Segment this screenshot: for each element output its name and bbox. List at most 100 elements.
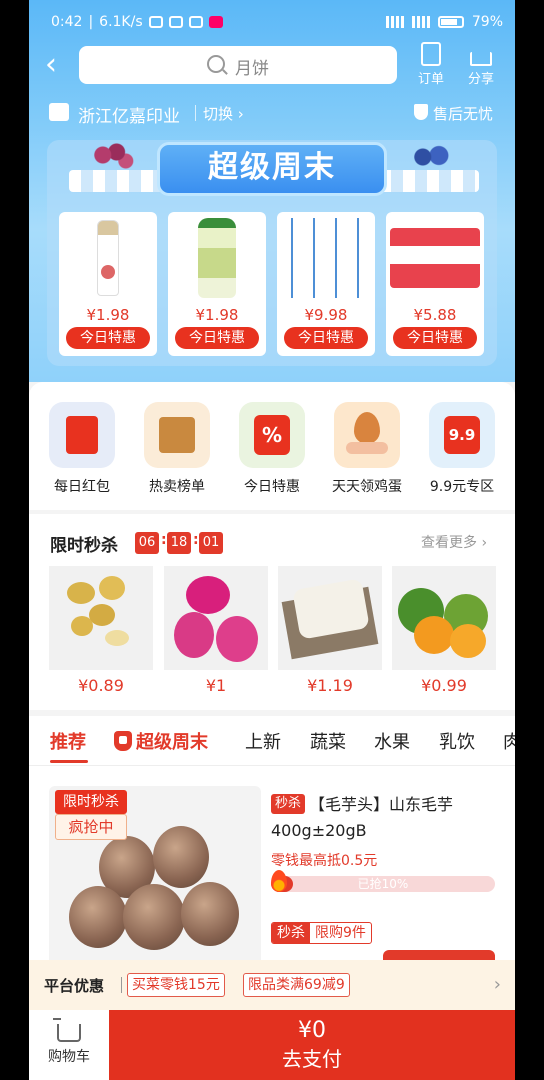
tab-indicator [50,760,88,763]
potato-image [49,566,153,670]
category-label: 天天领鸡蛋 [332,479,402,495]
percent-icon: % [239,402,305,468]
sec-kill-badge: 秒杀 [271,794,305,814]
back-arrow-icon[interactable]: ‹ [45,50,69,80]
shield-icon [414,104,428,120]
chevron-right-icon[interactable]: › [494,974,501,995]
share-button[interactable]: 分享 [461,42,501,87]
orders-button[interactable]: 订单 [411,42,451,87]
subsidy-text: 零钱最高抵0.5元 [271,853,378,869]
deal-card[interactable]: ¥9.98 今日特惠 [277,212,375,356]
search-placeholder: 月饼 [235,59,269,79]
product-card[interactable]: 限时秒杀 疯抢中 【毛芋头】山东毛芋400g±20gB 秒杀 零钱最高抵0.5元… [29,766,515,980]
deal-tag: 今日特惠 [66,327,150,349]
search-input[interactable]: 月饼 [79,46,397,84]
category-label: 9.9元专区 [429,479,495,495]
category-daily-egg[interactable]: 天天领鸡蛋 [322,402,412,496]
deal-card[interactable]: ¥1.98 今日特惠 [59,212,157,356]
deal-price: ¥9.98 [304,306,348,324]
category-label: 热卖榜单 [149,479,205,495]
signal-icon [385,16,404,28]
share-icon [470,52,492,66]
orders-icon [421,42,441,66]
search-icon [207,55,225,73]
view-more-link[interactable]: 查看更多 › [421,532,487,552]
deal-card[interactable]: ¥1.98 今日特惠 [168,212,266,356]
bag-icon [114,731,132,751]
awning-decoration [69,170,169,192]
category-today-deal[interactable]: % 今日特惠 [227,402,317,496]
flash-item[interactable]: ¥0.99 [392,566,496,695]
tab-new[interactable]: 上新 [245,728,281,754]
divider [121,977,122,993]
flash-price: ¥0.99 [421,676,467,695]
status-net-speed: 6.1K/s [99,14,143,30]
tab-meat[interactable]: 肉 [503,728,515,754]
pay-amount: ¥0 [298,1018,326,1043]
share-label: 分享 [467,72,494,87]
flash-sale-flag: 限时秒杀 [55,790,127,814]
tab-label: 超级周末 [136,732,208,753]
timer-hours: 06 [135,532,159,554]
deal-price: ¥1.98 [86,306,130,324]
wifi-icon [411,16,430,28]
product-image [59,212,157,302]
category-hot-ranking[interactable]: 热卖榜单 [132,402,222,496]
sale-progress-bar: 已抢10% [271,876,495,892]
deal-tag: 今日特惠 [175,327,259,349]
flash-sale-title: 限时秒杀 [50,536,118,556]
tab-fruit[interactable]: 水果 [374,728,410,754]
red-envelope-icon [49,402,115,468]
deal-tag: 今日特惠 [393,327,477,349]
tab-recommend[interactable]: 推荐 [50,728,86,754]
coupon-chip[interactable]: 限品类满69减9 [243,973,350,997]
status-bar: 0:42 | 6.1K/s 79% [51,14,503,30]
switch-store-button[interactable]: 切换 › [203,103,244,124]
battery-icon [437,16,464,28]
platform-discount-bar[interactable]: 平台优惠 买菜零钱15元 限品类满69减9 › [29,960,515,1010]
after-sales-label[interactable]: 售后无忧 [433,103,493,124]
blueberry-decoration [409,142,455,172]
timer-minutes: 18 [167,532,191,554]
tab-super-weekend[interactable]: 超级周末 [114,728,208,754]
flash-item[interactable]: ¥1 [164,566,268,695]
orders-label: 订单 [417,72,444,87]
category-label: 每日红包 [54,479,110,495]
coupon-chip[interactable]: 买菜零钱15元 [127,973,225,997]
product-image [386,212,484,302]
tab-vegetables[interactable]: 蔬菜 [310,728,346,754]
weekend-deals: ¥1.98 今日特惠 ¥1.98 今日特惠 ¥9.98 今日特惠 ¥5.88 今… [59,212,487,356]
top-bar: ‹ 月饼 订单 分享 [29,42,515,87]
deal-tag: 今日特惠 [284,327,368,349]
header-hero: 0:42 | 6.1K/s 79% ‹ 月饼 订单 分享 浙江亿嘉印业 切换 ›… [29,0,515,382]
super-weekend-title[interactable]: 超级周末 [157,142,387,196]
product-image [168,212,266,302]
app-notification-icon [208,16,223,28]
grapes-decoration [89,140,135,170]
store-icon [49,103,69,121]
mute-icon [168,16,183,28]
cart-button[interactable]: 购物车 [29,1010,109,1080]
deal-card[interactable]: ¥5.88 今日特惠 [386,212,484,356]
cart-label: 购物车 [48,1049,90,1065]
flash-item[interactable]: ¥1.19 [278,566,382,695]
purchase-tag: 秒杀 限购9件 [271,922,372,944]
flash-item[interactable]: ¥0.89 [49,566,153,695]
store-name: 浙江亿嘉印业 [78,107,180,127]
product-image [277,212,375,302]
tag-limit: 限购9件 [315,925,366,941]
tab-dairy-drinks[interactable]: 乳饮 [439,728,475,754]
fire-icon [271,870,287,892]
pay-button[interactable]: ¥0 去支付 [109,1010,515,1080]
flash-price: ¥1 [205,676,227,695]
category-label: 今日特惠 [244,479,300,495]
category-9-9-zone[interactable]: 9.9 9.9元专区 [417,402,507,496]
flash-price: ¥1.19 [307,676,353,695]
category-daily-red-envelope[interactable]: 每日红包 [37,402,127,496]
category-tabs: 推荐 超级周末 上新 蔬菜 水果 乳饮 肉 [29,716,515,766]
status-time: 0:42 [51,14,83,30]
bottom-bar: 购物车 ¥0 去支付 [29,1010,515,1080]
hot-sale-flag: 疯抢中 [55,814,127,840]
tag-sec-kill: 秒杀 [272,923,310,943]
deal-price: ¥5.88 [413,306,457,324]
